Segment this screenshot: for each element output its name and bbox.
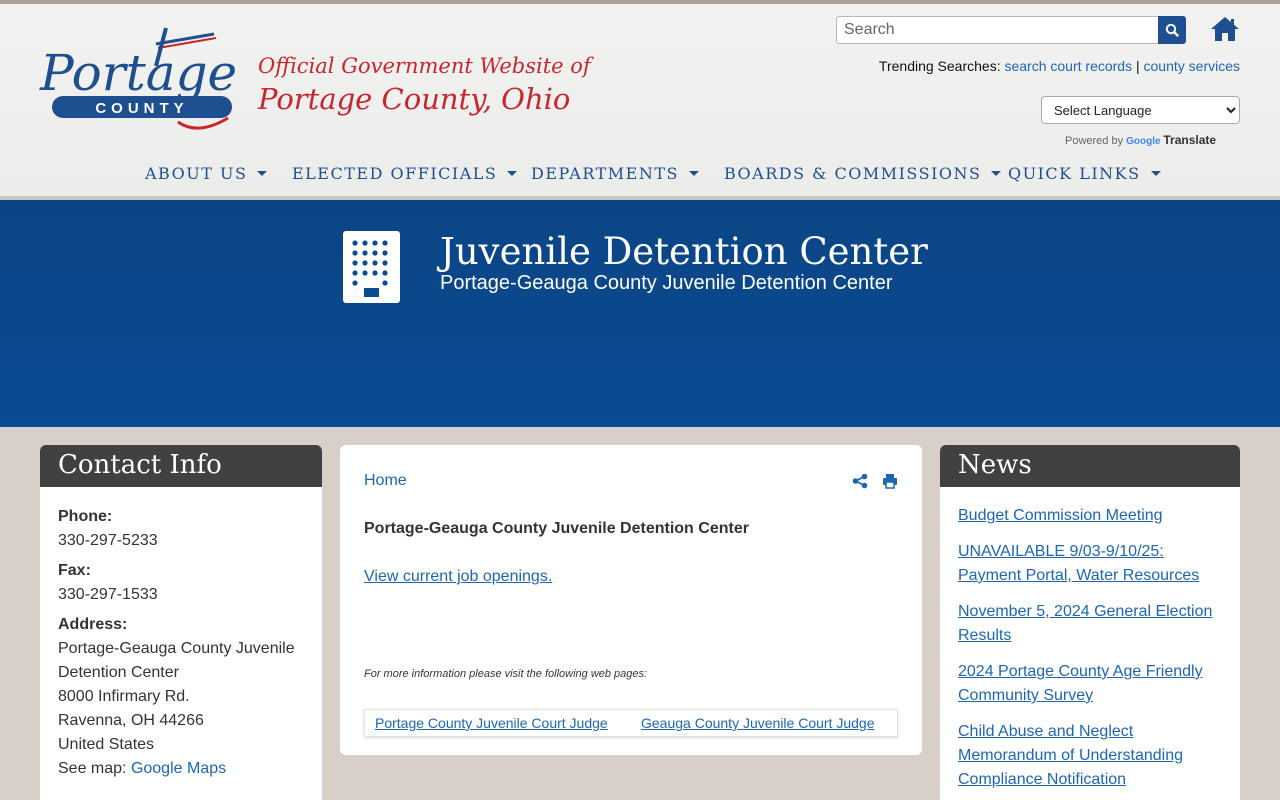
print-icon[interactable] xyxy=(882,473,898,489)
nav-departments[interactable]: DEPARTMENTS xyxy=(531,164,699,183)
logo-county-text: COUNTY xyxy=(95,100,188,117)
tagline-official: Official Government Website of xyxy=(258,54,591,78)
geauga-court-judge-link[interactable]: Geauga County Juvenile Court Judge xyxy=(641,715,874,731)
address-line: Ravenna, OH 44266 xyxy=(58,712,204,729)
news-item[interactable]: UNAVAILABLE 9/03-9/10/25: Payment Portal… xyxy=(958,540,1228,588)
trending-link-county-services[interactable]: county services xyxy=(1144,58,1240,74)
nav-boards-commissions[interactable]: BOARDS & COMMISSIONS xyxy=(724,164,1002,183)
page-subtitle: Portage-Geauga County Juvenile Detention… xyxy=(440,272,893,294)
news-item[interactable]: 2024 Portage County Age Friendly Communi… xyxy=(958,660,1228,708)
contact-info-heading: Contact Info xyxy=(40,445,322,487)
trending-searches: Trending Searches: search court records … xyxy=(879,58,1240,74)
logo-wordmark: Portage xyxy=(39,44,237,102)
search-button[interactable] xyxy=(1158,16,1186,44)
nav-label: DEPARTMENTS xyxy=(531,164,679,183)
news-heading: News xyxy=(940,445,1240,487)
address-line: 8000 Infirmary Rd. xyxy=(58,688,190,705)
language-select[interactable]: Select Language xyxy=(1041,96,1240,124)
home-icon[interactable] xyxy=(1210,16,1240,42)
caret-down-icon xyxy=(1150,171,1161,176)
address-line: Portage-Geauga County Juvenile xyxy=(58,640,295,657)
address-label: Address: xyxy=(58,616,128,633)
trending-label: Trending Searches: xyxy=(878,58,1001,74)
news-panel: News Budget Commission Meeting UNAVAILAB… xyxy=(940,445,1240,800)
nav-elected-officials[interactable]: ELECTED OFFICIALS xyxy=(292,164,518,183)
nav-label: ELECTED OFFICIALS xyxy=(292,164,498,183)
search-icon xyxy=(1165,23,1179,37)
nav-about-us[interactable]: ABOUT US xyxy=(145,164,268,183)
job-openings-link[interactable]: View current job openings. xyxy=(364,568,552,586)
phone-value: 330-297-5233 xyxy=(58,532,158,549)
fax-label: Fax: xyxy=(58,562,91,579)
map-label: See map: xyxy=(58,760,127,777)
trending-link-court-records[interactable]: search court records xyxy=(1004,58,1132,74)
caret-down-icon xyxy=(507,171,518,176)
breadcrumb-home[interactable]: Home xyxy=(364,472,407,490)
nav-label: BOARDS & COMMISSIONS xyxy=(724,164,982,183)
caret-down-icon xyxy=(689,171,699,176)
nav-label: ABOUT US xyxy=(145,164,248,183)
news-item[interactable]: Child Abuse and Neglect Memorandum of Un… xyxy=(958,720,1228,792)
logo-underline xyxy=(177,116,229,130)
contact-info-panel: Contact Info Phone: 330-297-5233 Fax: 33… xyxy=(40,445,322,800)
related-links-box: Portage County Juvenile Court Judge Geau… xyxy=(364,709,898,737)
phone-label: Phone: xyxy=(58,508,113,525)
portage-county-logo[interactable]: Portage COUNTY xyxy=(38,26,248,136)
building-icon xyxy=(343,231,400,303)
content-title: Portage-Geauga County Juvenile Detention… xyxy=(364,520,749,537)
caret-down-icon xyxy=(257,171,268,176)
address-line: Detention Center xyxy=(58,664,179,681)
share-icon[interactable] xyxy=(852,473,868,489)
nav-quick-links[interactable]: QUICK LINKS xyxy=(1008,164,1161,183)
address-line: United States xyxy=(58,736,155,753)
google-maps-link[interactable]: Google Maps xyxy=(131,760,226,777)
powered-by-label: Powered by xyxy=(1065,135,1124,147)
map-line: See map: Google Maps xyxy=(58,760,226,778)
main-nav: ABOUT US ELECTED OFFICIALS DEPARTMENTS B… xyxy=(0,164,1280,188)
caret-down-icon xyxy=(991,171,1002,176)
more-info-text: For more information please visit the fo… xyxy=(364,668,648,680)
fax-value: 330-297-1533 xyxy=(58,586,158,603)
search-input[interactable] xyxy=(836,16,1160,44)
tagline-county: Portage County, Ohio xyxy=(258,82,571,116)
google-logo: Google xyxy=(1126,136,1163,147)
trending-separator: | xyxy=(1135,58,1140,74)
news-item[interactable]: Budget Commission Meeting xyxy=(958,504,1228,528)
portage-court-judge-link[interactable]: Portage County Juvenile Court Judge xyxy=(375,715,608,731)
main-content-panel: Home Portage-Geauga County Juvenile Dete… xyxy=(340,445,922,755)
google-logo-text: Google xyxy=(1126,136,1161,147)
page-title: Juvenile Detention Center xyxy=(440,230,928,273)
news-item[interactable]: November 5, 2024 General Election Result… xyxy=(958,600,1228,648)
nav-label: QUICK LINKS xyxy=(1008,164,1141,183)
translate-link[interactable]: Translate xyxy=(1163,133,1216,147)
powered-by-google: Powered by Google Translate xyxy=(1065,133,1216,147)
